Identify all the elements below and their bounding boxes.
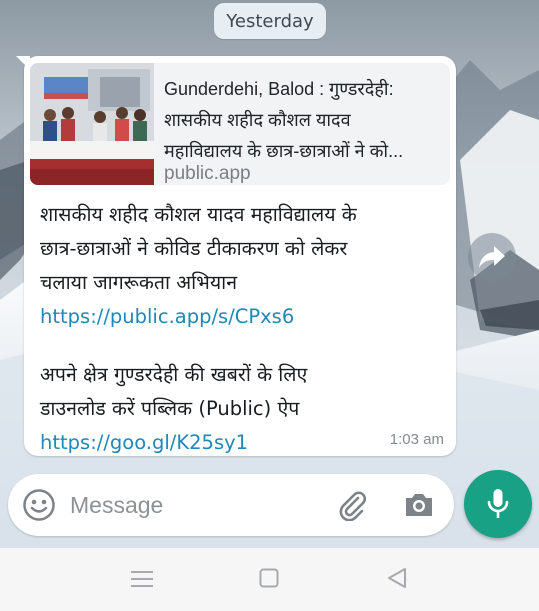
microphone-icon (487, 489, 509, 518)
link-preview-title-line: शासकीय शहीद कौशल यादव (164, 110, 351, 130)
link-preview-title: Gunderdehi, Balod : गुण्डरदेही: शासकीय श… (164, 74, 446, 167)
forward-icon (479, 246, 505, 268)
microphone-button[interactable] (464, 470, 532, 538)
message-link-1[interactable]: https://public.app/s/CPxs6 (40, 305, 294, 328)
back-icon[interactable] (386, 567, 408, 589)
message-composer (8, 474, 454, 536)
recent-apps-icon[interactable] (131, 570, 153, 588)
date-divider: Yesterday (214, 3, 326, 39)
message-timestamp: 1:03 am (389, 431, 444, 448)
news-photo-thumbnail (30, 63, 154, 185)
camera-icon[interactable] (402, 488, 436, 522)
message-text: शासकीय शहीद कौशल यादव महाविद्यालय के छात… (40, 198, 448, 460)
message-link-2[interactable]: https://goo.gl/K25sy1 (40, 431, 248, 454)
message-bubble[interactable]: Gunderdehi, Balod : गुण्डरदेही: शासकीय श… (24, 56, 456, 456)
link-preview-domain: public.app (164, 163, 251, 184)
message-line: चलाया जागरूकता अभियान (40, 271, 238, 294)
link-preview-card[interactable]: Gunderdehi, Balod : गुण्डरदेही: शासकीय श… (30, 63, 450, 185)
message-line: अपने क्षेत्र गुण्डरदेही की खबरों के लिए (40, 363, 308, 386)
system-navigation-bar (0, 548, 539, 611)
message-line: छात्र-छात्राओं ने कोविड टीकाकरण को लेकर (40, 237, 348, 260)
home-icon[interactable] (259, 568, 279, 588)
message-line: शासकीय शहीद कौशल यादव महाविद्यालय के (40, 203, 357, 226)
message-line: डाउनलोड करें पब्लिक (Public) ऐप (40, 397, 300, 420)
forward-button[interactable] (468, 233, 516, 281)
link-preview-title-line: Gunderdehi, Balod : गुण्डरदेही: (164, 79, 394, 99)
emoji-icon[interactable] (22, 488, 56, 522)
paperclip-icon[interactable] (336, 489, 368, 521)
message-input[interactable] (70, 488, 320, 522)
